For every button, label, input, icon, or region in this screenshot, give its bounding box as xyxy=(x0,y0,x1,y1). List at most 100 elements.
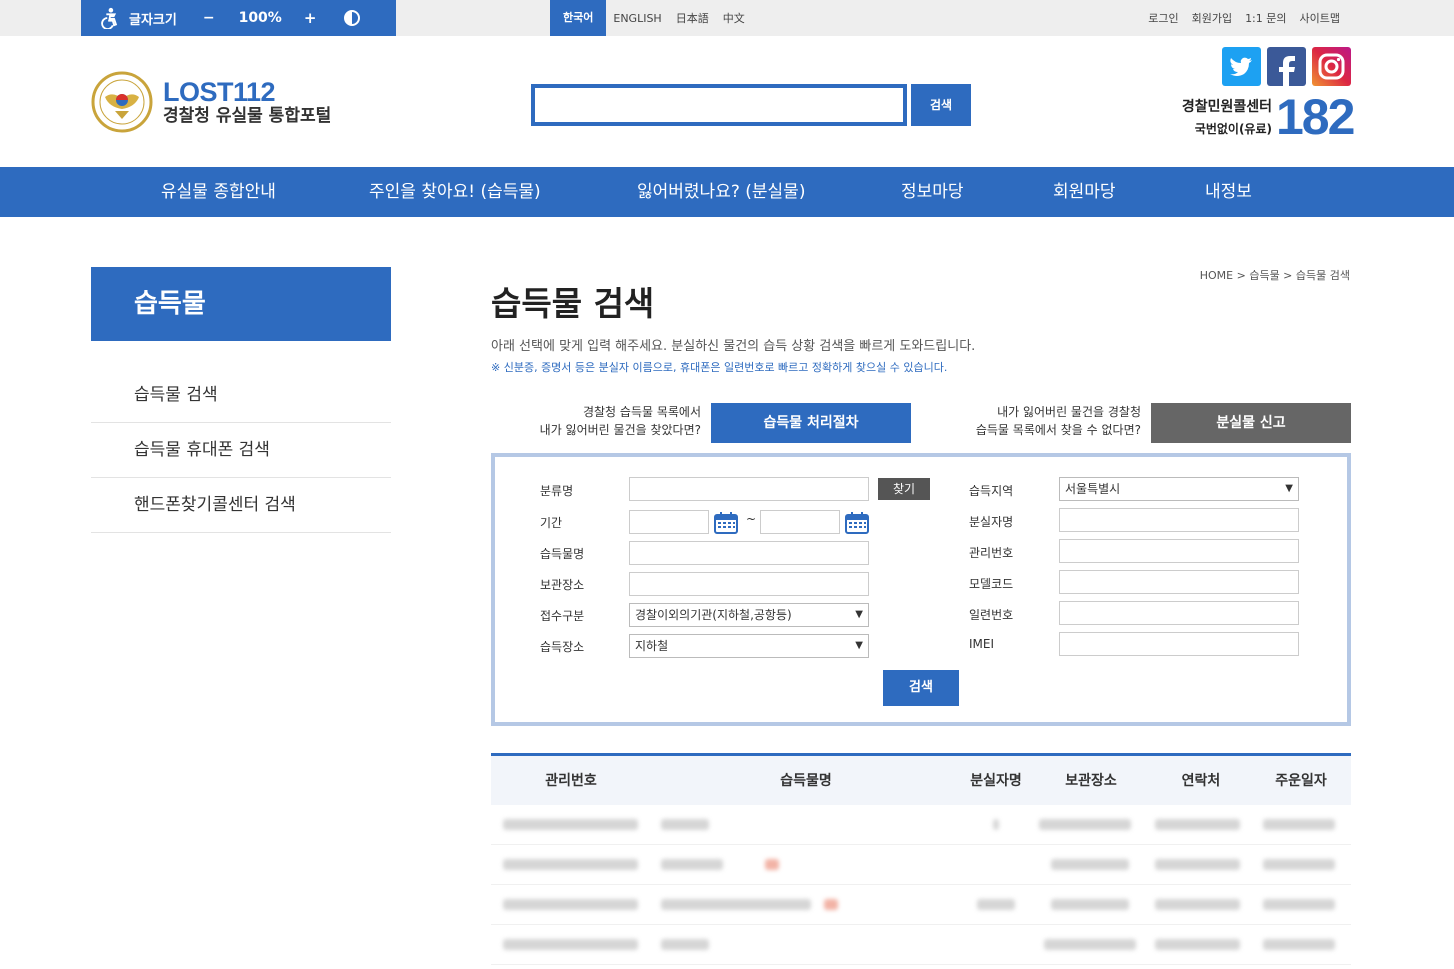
loser-name-label: 분실자명 xyxy=(969,515,1014,529)
lang-chinese[interactable]: 中文 xyxy=(716,10,752,26)
call-center-sub: 국번없이(유료) xyxy=(1194,122,1272,136)
receipt-type-select[interactable]: 경찰이외의기관(지하철,공항등) ▼ xyxy=(629,603,869,627)
found-place-select[interactable]: 지하철 ▼ xyxy=(629,634,869,658)
period-separator: ~ xyxy=(746,512,757,526)
table-row[interactable] xyxy=(491,845,1351,885)
main-navigation: 유실물 종합안내 주인을 찾아요! (습득물) 잃어버렸나요? (분실물) 정보… xyxy=(0,167,1454,217)
lang-japanese[interactable]: 日本語 xyxy=(669,10,716,26)
col-manage-no: 관리번호 xyxy=(545,773,597,789)
search-tip: ※ 신분증, 증명서 등은 분실자 이름으로, 휴대폰은 일련번호로 빠르고 정… xyxy=(491,361,948,374)
nav-lost-guide[interactable]: 유실물 종합안내 xyxy=(161,167,276,217)
model-code-label: 모델코드 xyxy=(969,577,1014,591)
breadcrumb: HOME > 습득물 > 습득물 검색 xyxy=(1199,269,1350,282)
contrast-icon[interactable] xyxy=(344,10,361,26)
sidebar-item-found-search[interactable]: 습득물 검색 xyxy=(91,368,391,423)
util-links: 로그인 회원가입 1:1 문의 사이트맵 xyxy=(1148,0,1340,36)
item-name-input[interactable] xyxy=(629,541,869,565)
header-search-button[interactable]: 검색 xyxy=(911,84,971,126)
imei-input[interactable] xyxy=(1059,632,1299,656)
sidebar-title: 습득물 xyxy=(91,267,391,341)
table-row[interactable] xyxy=(491,805,1351,845)
receipt-type-value: 경찰이외의기관(지하철,공항등) xyxy=(635,608,792,622)
call-center-name: 경찰민원콜센터 xyxy=(1181,99,1272,115)
found-place-label: 습득장소 xyxy=(540,640,585,654)
sitemap-link[interactable]: 사이트맵 xyxy=(1300,10,1340,26)
col-item-name: 습득물명 xyxy=(780,773,832,789)
serial-no-label: 일련번호 xyxy=(969,608,1014,622)
period-label: 기간 xyxy=(540,516,563,530)
nav-lost-items[interactable]: 잃어버렸나요? (분실물) xyxy=(637,167,805,217)
lang-english[interactable]: ENGLISH xyxy=(606,12,668,25)
chevron-down-icon: ▼ xyxy=(855,609,863,620)
category-input[interactable] xyxy=(629,477,869,501)
chevron-down-icon: ▼ xyxy=(855,640,863,651)
region-label: 습득지역 xyxy=(969,484,1014,498)
table-row[interactable] xyxy=(491,885,1351,925)
col-loser-name: 분실자명 xyxy=(970,773,1022,789)
col-found-date: 주운일자 xyxy=(1275,773,1327,789)
logo-subtitle: 경찰청 유실물 통합포털 xyxy=(163,106,332,126)
facebook-icon[interactable] xyxy=(1267,47,1306,86)
call-center-info: 경찰민원콜센터 국번없이(유료) xyxy=(1172,96,1272,137)
chevron-down-icon: ▼ xyxy=(1285,483,1293,494)
receipt-type-label: 접수구분 xyxy=(540,609,585,623)
promo-right-line1: 내가 잃어버린 물건을 경찰청 xyxy=(997,405,1141,419)
region-value: 서울특별시 xyxy=(1065,482,1121,496)
promo-right-text: 내가 잃어버린 물건을 경찰청 습득물 목록에서 찾을 수 없다면? xyxy=(945,403,1141,439)
font-increase-button[interactable]: + xyxy=(304,9,317,27)
sidebar-item-callcenter-search[interactable]: 핸드폰찾기콜센터 검색 xyxy=(91,478,391,533)
nav-member[interactable]: 회원마당 xyxy=(1053,167,1116,217)
accessibility-bar: 글자크기 − 100% + xyxy=(81,0,396,36)
page-description: 아래 선택에 맞게 입력 해주세요. 분실하신 물건의 습득 상황 검색을 빠르… xyxy=(491,339,976,354)
process-guide-button[interactable]: 습득물 처리절차 xyxy=(711,403,911,443)
table-row[interactable] xyxy=(491,925,1351,965)
item-name-label: 습득물명 xyxy=(540,547,585,561)
accessibility-icon xyxy=(101,7,118,29)
login-link[interactable]: 로그인 xyxy=(1148,10,1178,26)
start-date-input[interactable] xyxy=(629,510,709,534)
nav-my-info[interactable]: 내정보 xyxy=(1205,167,1252,217)
imei-label: IMEI xyxy=(969,637,995,651)
report-lost-button[interactable]: 분실물 신고 xyxy=(1151,403,1351,443)
site-logo[interactable]: LOST112 경찰청 유실물 통합포털 xyxy=(91,71,331,133)
language-selector: 한국어 ENGLISH 日本語 中文 xyxy=(550,0,752,36)
sidebar-item-phone-search[interactable]: 습득물 휴대폰 검색 xyxy=(91,423,391,478)
header-search-input[interactable] xyxy=(531,84,907,126)
inquiry-link[interactable]: 1:1 문의 xyxy=(1245,10,1286,26)
search-submit-button[interactable]: 검색 xyxy=(883,670,959,706)
site-header: LOST112 경찰청 유실물 통합포털 검색 경찰민원콜센터 국번없이(유료)… xyxy=(0,36,1454,167)
signup-link[interactable]: 회원가입 xyxy=(1192,10,1232,26)
model-code-input[interactable] xyxy=(1059,570,1299,594)
found-place-value: 지하철 xyxy=(635,639,669,653)
category-find-button[interactable]: 찾기 xyxy=(878,478,930,500)
lang-korean[interactable]: 한국어 xyxy=(550,0,607,36)
serial-no-input[interactable] xyxy=(1059,601,1299,625)
manage-no-label: 관리번호 xyxy=(969,546,1014,560)
col-contact: 연락처 xyxy=(1181,773,1221,789)
loser-name-input[interactable] xyxy=(1059,508,1299,532)
top-utility-bar: 글자크기 − 100% + 한국어 ENGLISH 日本語 中文 로그인 회원가… xyxy=(0,0,1454,36)
font-decrease-button[interactable]: − xyxy=(203,10,215,26)
font-size-label: 글자크기 xyxy=(129,12,177,28)
storage-label: 보관장소 xyxy=(540,578,585,592)
region-select[interactable]: 서울특별시 ▼ xyxy=(1059,477,1299,501)
category-label: 분류명 xyxy=(540,484,574,498)
calendar-icon[interactable] xyxy=(845,512,869,534)
promo-right-line2: 습득물 목록에서 찾을 수 없다면? xyxy=(975,423,1141,437)
promo-left-line2: 내가 잃어버린 물건을 찾았다면? xyxy=(539,423,701,437)
zoom-level: 100% xyxy=(238,10,282,26)
logo-brand: LOST112 xyxy=(163,77,276,107)
calendar-icon[interactable] xyxy=(714,512,738,534)
twitter-icon[interactable] xyxy=(1222,47,1261,86)
page-title: 습득물 검색 xyxy=(491,284,655,323)
nav-found-items[interactable]: 주인을 찾아요! (습득물) xyxy=(369,167,541,217)
promo-left-text: 경찰청 습득물 목록에서 내가 잃어버린 물건을 찾았다면? xyxy=(505,403,701,439)
promo-left-line1: 경찰청 습득물 목록에서 xyxy=(582,405,701,419)
manage-no-input[interactable] xyxy=(1059,539,1299,563)
end-date-input[interactable] xyxy=(760,510,840,534)
results-table-header: 관리번호 습득물명 분실자명 보관장소 연락처 주운일자 xyxy=(491,753,1351,805)
nav-info[interactable]: 정보마당 xyxy=(901,167,964,217)
storage-input[interactable] xyxy=(629,572,869,596)
instagram-icon[interactable] xyxy=(1312,47,1351,86)
police-emblem-icon xyxy=(91,71,153,133)
